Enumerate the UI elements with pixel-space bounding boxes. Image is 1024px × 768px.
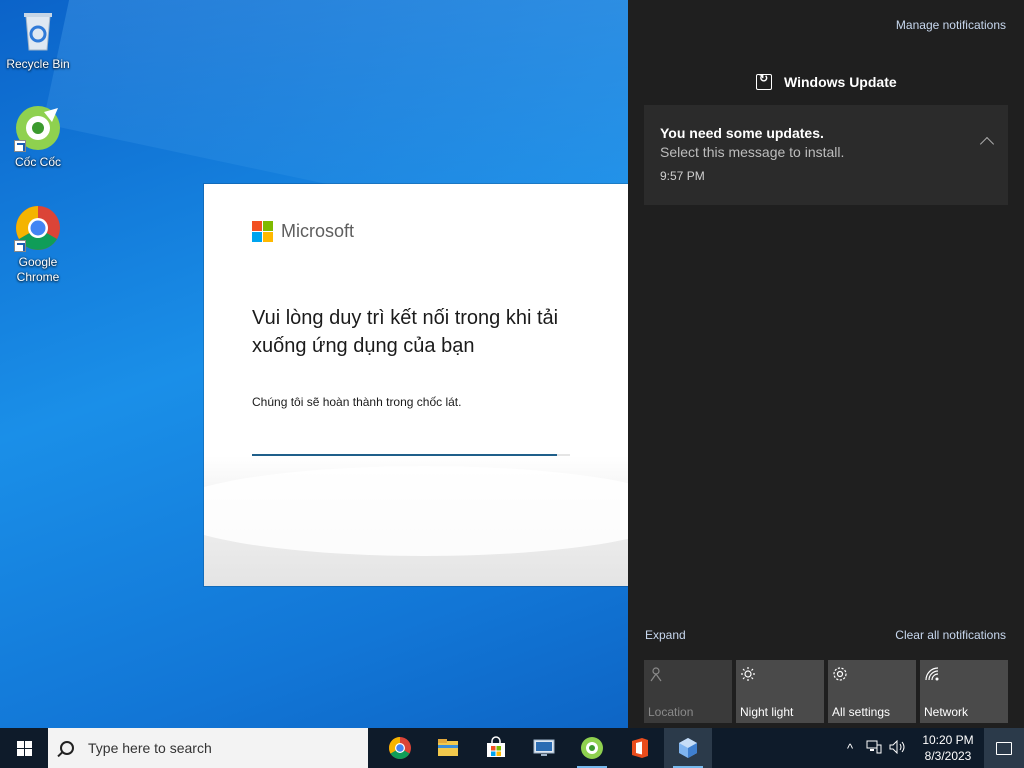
taskbar-coccoc[interactable] xyxy=(568,728,616,768)
windows-logo-icon xyxy=(16,740,32,756)
search-placeholder: Type here to search xyxy=(88,740,212,756)
quick-action-network[interactable]: Network xyxy=(920,660,1008,723)
tile-label: Location xyxy=(648,705,694,719)
chrome-icon xyxy=(389,737,411,759)
tile-label: Network xyxy=(924,705,969,719)
desktop-icon-label: Cốc Cốc xyxy=(14,155,61,169)
taskbar-pinned-apps xyxy=(376,728,712,768)
recycle-bin-icon xyxy=(14,6,62,54)
quick-action-all-settings[interactable]: All settings xyxy=(828,660,916,723)
notification-title: You need some updates. xyxy=(660,125,824,141)
system-tray: ^ 10:20 PM 8/3/2023 xyxy=(838,728,1024,768)
taskbar-microsoft-store[interactable] xyxy=(472,728,520,768)
search-icon xyxy=(60,741,74,755)
installer-heading: Vui lòng duy trì kết nối trong khi tải x… xyxy=(252,307,559,357)
taskbar-app-installer[interactable] xyxy=(664,728,712,768)
notification-time: 9:57 PM xyxy=(660,169,705,183)
taskbar-file-explorer[interactable] xyxy=(424,728,472,768)
taskbar-search-box[interactable]: Type here to search xyxy=(48,728,368,768)
quick-action-tiles: Location Night light All settings Networ… xyxy=(644,660,1008,723)
decorative-wave xyxy=(204,456,628,586)
manage-notifications-link[interactable]: Manage notifications xyxy=(896,18,1006,32)
microsoft-installer-window[interactable]: Microsoft Vui lòng duy trì kết nối trong… xyxy=(204,184,628,586)
desktop-icon-coccoc[interactable]: Cốc Cốc xyxy=(0,104,76,170)
desktop-icon-recycle-bin[interactable]: Recycle Bin xyxy=(0,6,76,72)
coccoc-icon xyxy=(581,737,603,759)
taskbar-office[interactable] xyxy=(616,728,664,768)
update-notification[interactable]: You need some updates. Select this messa… xyxy=(644,105,1008,205)
taskbar-clock[interactable]: 10:20 PM 8/3/2023 xyxy=(916,732,980,764)
shortcut-arrow-icon xyxy=(14,240,26,252)
file-explorer-icon xyxy=(438,739,458,756)
shortcut-arrow-icon xyxy=(14,140,26,152)
taskbar-remote-desktop[interactable] xyxy=(520,728,568,768)
remote-desktop-icon xyxy=(533,739,555,756)
brand-name: Microsoft xyxy=(281,221,355,241)
tile-label: Night light xyxy=(740,705,794,719)
action-center-button[interactable] xyxy=(984,728,1024,768)
network-icon[interactable] xyxy=(862,740,886,757)
start-button[interactable] xyxy=(0,728,48,768)
location-icon xyxy=(648,666,728,685)
action-center-panel: Manage notifications Windows Update You … xyxy=(628,0,1024,728)
chevron-up-icon[interactable]: ^ xyxy=(838,741,862,756)
coccoc-icon xyxy=(14,104,62,152)
download-progress-fill xyxy=(252,454,558,456)
network-icon xyxy=(924,666,1004,685)
expand-quick-actions-link[interactable]: Expand xyxy=(645,628,686,642)
quick-action-location[interactable]: Location xyxy=(644,660,732,723)
brightness-icon xyxy=(740,666,820,685)
microsoft-store-icon xyxy=(487,736,505,757)
clock-date: 8/3/2023 xyxy=(924,749,972,763)
microsoft-logo: Microsoft xyxy=(252,221,354,242)
installer-subtext: Chúng tôi sẽ hoàn thành trong chốc lát. xyxy=(252,395,462,409)
chrome-icon xyxy=(14,204,62,252)
windows-update-icon xyxy=(756,72,772,90)
quick-action-night-light[interactable]: Night light xyxy=(736,660,824,723)
gear-icon xyxy=(832,666,912,685)
desktop-icon-google-chrome[interactable]: Google Chrome xyxy=(0,204,76,285)
clock-time: 10:20 PM xyxy=(922,733,974,747)
app-installer-icon xyxy=(679,738,697,758)
office-icon xyxy=(632,738,648,758)
notification-app-name: Windows Update xyxy=(784,74,897,90)
notification-group-header: Windows Update xyxy=(756,72,897,90)
download-progress-bar xyxy=(252,454,570,456)
microsoft-squares-icon xyxy=(252,221,273,242)
clear-all-notifications-link[interactable]: Clear all notifications xyxy=(895,628,1006,642)
notification-message: Select this message to install. xyxy=(660,144,845,160)
taskbar: Type here to search ^ 10:20 PM 8/3/2023 xyxy=(0,728,1024,768)
desktop-icon-label: Recycle Bin xyxy=(6,57,70,71)
desktop-icon-label: Google Chrome xyxy=(16,255,60,284)
notification-bubble-icon xyxy=(996,741,1012,755)
tile-label: All settings xyxy=(832,705,891,719)
taskbar-chrome[interactable] xyxy=(376,728,424,768)
volume-icon[interactable] xyxy=(886,739,910,757)
